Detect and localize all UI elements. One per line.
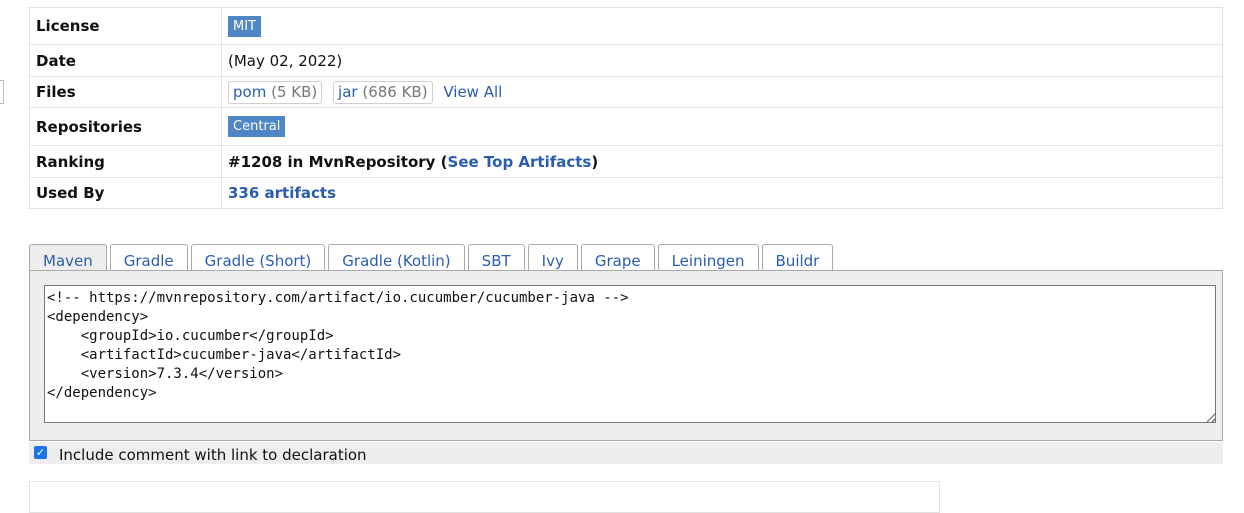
include-comment-checkbox[interactable]: ✓	[34, 446, 47, 459]
file-jar-link[interactable]: jar (686 KB)	[333, 80, 433, 104]
ranking-label: Ranking	[29, 145, 222, 178]
dependency-code-textarea[interactable]: <!-- https://mvnrepository.com/artifact/…	[44, 285, 1216, 423]
date-label: Date	[29, 44, 222, 77]
tab-gradle[interactable]: Gradle	[109, 244, 188, 271]
tab-sbt[interactable]: SBT	[467, 244, 525, 271]
ranking-suffix: )	[591, 152, 599, 171]
license-badge[interactable]: MIT	[228, 15, 261, 37]
window-edge	[0, 80, 4, 104]
build-tool-tabs: Maven Gradle Gradle (Short) Gradle (Kotl…	[29, 244, 836, 272]
file-pom-link[interactable]: pom (5 KB)	[228, 80, 323, 104]
license-label: License	[29, 7, 222, 45]
repository-central-badge[interactable]: Central	[228, 116, 286, 137]
ranking-value: #1208 in MvnRepository (See Top Artifact…	[221, 145, 1223, 178]
resize-grip-icon[interactable]	[1207, 413, 1216, 422]
file-jar-size: (686 KB)	[362, 82, 428, 101]
used-by-row: Used By 336 artifacts	[29, 177, 1223, 209]
used-by-link[interactable]: 336 artifacts	[228, 184, 336, 202]
files-row: Files pom (5 KB) jar (686 KB) View All	[29, 76, 1223, 108]
include-comment-row: ✓ Include comment with link to declarati…	[29, 442, 1223, 464]
tab-gradle-short[interactable]: Gradle (Short)	[190, 244, 326, 271]
ranking-prefix: #1208 in MvnRepository (	[228, 152, 448, 171]
repositories-label: Repositories	[29, 107, 222, 146]
tab-ivy[interactable]: Ivy	[527, 244, 578, 271]
date-value: (May 02, 2022)	[221, 44, 1223, 77]
dependency-panel: <!-- https://mvnrepository.com/artifact/…	[29, 270, 1223, 441]
repositories-row: Repositories Central	[29, 107, 1223, 146]
tab-grape[interactable]: Grape	[580, 244, 655, 271]
include-comment-label[interactable]: Include comment with link to declaration	[59, 442, 367, 468]
see-top-artifacts-link[interactable]: See Top Artifacts	[448, 153, 592, 171]
bottom-panel	[29, 481, 940, 513]
file-pom-size: (5 KB)	[271, 82, 318, 101]
tab-gradle-kotlin[interactable]: Gradle (Kotlin)	[328, 244, 465, 271]
tab-leiningen[interactable]: Leiningen	[657, 244, 759, 271]
artifact-info-table: License MIT Date (May 02, 2022) Files po…	[29, 7, 1223, 209]
date-row: Date (May 02, 2022)	[29, 44, 1223, 77]
license-row: License MIT	[29, 7, 1223, 45]
file-pom-name: pom	[233, 82, 267, 101]
tab-maven[interactable]: Maven	[29, 244, 107, 272]
files-label: Files	[29, 76, 222, 108]
view-all-link[interactable]: View All	[443, 83, 502, 101]
tab-buildr[interactable]: Buildr	[761, 244, 834, 271]
ranking-row: Ranking #1208 in MvnRepository (See Top …	[29, 145, 1223, 178]
used-by-label: Used By	[29, 177, 222, 209]
file-jar-name: jar	[338, 82, 358, 101]
